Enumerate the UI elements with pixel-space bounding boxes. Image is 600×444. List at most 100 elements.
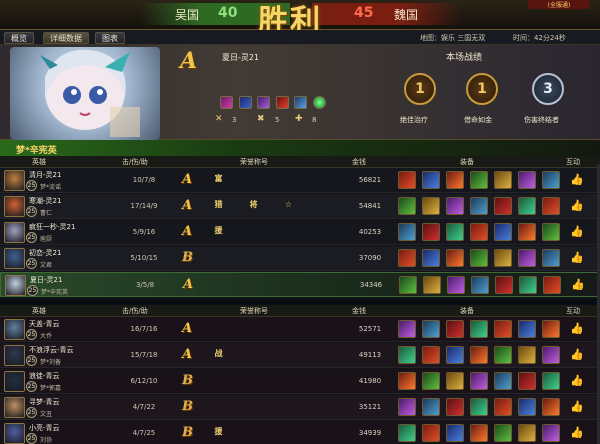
item-icon[interactable] [446, 249, 464, 267]
honor-icon[interactable]: 将 [245, 198, 262, 212]
item-icon[interactable] [518, 372, 536, 390]
item-icon[interactable] [447, 276, 465, 294]
item-icon[interactable] [220, 96, 233, 109]
like-thumb-icon[interactable]: 👍 [570, 322, 584, 337]
item-icon[interactable] [398, 424, 416, 442]
item-icon[interactable] [494, 249, 512, 267]
item-icon[interactable] [446, 320, 464, 338]
item-icon[interactable] [470, 197, 488, 215]
item-icon[interactable] [422, 320, 440, 338]
honor-icon[interactable]: 富 [210, 172, 227, 186]
item-icon[interactable] [470, 320, 488, 338]
item-icon[interactable] [422, 398, 440, 416]
item-icon[interactable] [519, 276, 537, 294]
item-icon[interactable] [542, 372, 560, 390]
item-icon[interactable] [238, 96, 252, 109]
hero-avatar[interactable] [4, 345, 25, 366]
item-icon[interactable] [494, 424, 512, 442]
like-thumb-icon[interactable]: 👍 [570, 400, 584, 415]
item-icon[interactable] [422, 223, 440, 241]
item-icon[interactable] [398, 372, 416, 390]
like-thumb-icon[interactable]: 👍 [570, 374, 584, 389]
item-icon[interactable] [257, 96, 271, 109]
item-icon[interactable] [494, 197, 512, 215]
item-icon[interactable] [446, 424, 464, 442]
item-icon[interactable] [422, 372, 440, 390]
item-icon[interactable] [518, 398, 536, 416]
hero-avatar[interactable] [4, 196, 25, 217]
tab-detailed-data[interactable]: 详细数据 [43, 32, 89, 44]
item-icon[interactable] [398, 171, 416, 189]
hero-avatar[interactable] [4, 423, 25, 444]
item-icon[interactable] [494, 346, 512, 364]
item-icon[interactable] [494, 171, 512, 189]
item-icon[interactable] [470, 398, 488, 416]
item-icon[interactable] [518, 197, 536, 215]
item-icon[interactable] [423, 276, 441, 294]
item-icon[interactable] [398, 197, 416, 215]
like-thumb-icon[interactable]: 👍 [571, 278, 585, 293]
honor-icon[interactable]: ☆ [280, 198, 297, 212]
like-thumb-icon[interactable]: 👍 [570, 225, 584, 240]
item-icon[interactable] [542, 249, 560, 267]
like-thumb-icon[interactable]: 👍 [570, 348, 584, 363]
honor-icon[interactable]: 援 [210, 425, 227, 439]
item-icon[interactable] [422, 249, 440, 267]
item-icon[interactable] [494, 372, 512, 390]
hero-avatar[interactable] [4, 222, 25, 243]
item-icon[interactable] [446, 197, 464, 215]
item-icon[interactable] [398, 223, 416, 241]
item-icon[interactable] [542, 398, 560, 416]
tab-overview[interactable]: 概览 [4, 32, 34, 44]
item-icon[interactable] [470, 372, 488, 390]
item-icon[interactable] [542, 197, 560, 215]
hero-avatar[interactable] [4, 371, 25, 392]
hero-avatar[interactable] [5, 275, 26, 296]
item-icon[interactable] [422, 424, 440, 442]
item-icon[interactable] [518, 249, 536, 267]
item-icon[interactable] [470, 223, 488, 241]
item-icon[interactable] [398, 320, 416, 338]
item-icon[interactable] [446, 372, 464, 390]
item-icon[interactable] [494, 398, 512, 416]
hero-avatar[interactable] [4, 397, 25, 418]
item-icon[interactable] [518, 171, 536, 189]
item-icon[interactable] [542, 424, 560, 442]
item-icon[interactable] [543, 276, 561, 294]
item-icon[interactable] [422, 171, 440, 189]
hero-avatar[interactable] [4, 319, 25, 340]
item-icon[interactable] [470, 424, 488, 442]
item-icon[interactable] [399, 276, 417, 294]
item-icon[interactable] [398, 346, 416, 364]
honor-icon[interactable]: 战 [210, 347, 227, 361]
item-icon[interactable] [446, 171, 464, 189]
honor-icon[interactable]: 援 [210, 224, 227, 238]
item-icon[interactable] [470, 346, 488, 364]
tab-charts[interactable]: 图表 [95, 32, 125, 44]
like-thumb-icon[interactable]: 👍 [570, 251, 584, 266]
item-icon[interactable] [542, 171, 560, 189]
item-icon[interactable] [542, 346, 560, 364]
item-icon[interactable] [518, 223, 536, 241]
item-icon[interactable] [494, 223, 512, 241]
item-icon[interactable] [518, 424, 536, 442]
item-icon[interactable] [446, 223, 464, 241]
item-icon[interactable] [446, 346, 464, 364]
like-thumb-icon[interactable]: 👍 [570, 173, 584, 188]
item-icon[interactable] [422, 346, 440, 364]
item-icon[interactable] [398, 249, 416, 267]
item-icon[interactable] [446, 398, 464, 416]
item-icon[interactable] [518, 346, 536, 364]
item-icon[interactable] [470, 171, 488, 189]
item-icon[interactable] [471, 276, 489, 294]
item-icon[interactable] [518, 320, 536, 338]
item-icon[interactable] [542, 223, 560, 241]
honor-icon[interactable]: 猎 [210, 198, 227, 212]
item-icon[interactable] [422, 197, 440, 215]
item-icon[interactable] [542, 320, 560, 338]
like-thumb-icon[interactable]: 👍 [570, 426, 584, 441]
hero-avatar[interactable] [4, 248, 25, 269]
item-icon[interactable] [275, 96, 289, 109]
like-thumb-icon[interactable]: 👍 [570, 199, 584, 214]
item-icon[interactable] [494, 320, 512, 338]
